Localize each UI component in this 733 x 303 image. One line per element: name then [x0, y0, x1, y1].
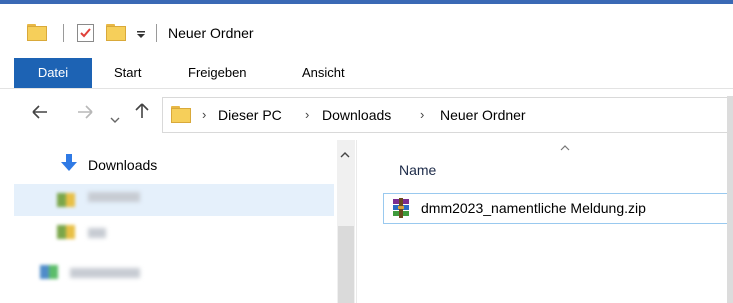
ribbon-bar: [0, 58, 733, 89]
file-name: dmm2023_namentliche Meldung.zip: [421, 200, 646, 216]
column-header-name[interactable]: Name: [399, 162, 436, 178]
sidebar-item-downloads[interactable]: Downloads: [88, 157, 157, 173]
new-folder-icon[interactable]: [106, 24, 126, 41]
blurred-sidebar-item[interactable]: [70, 268, 140, 278]
up-icon[interactable]: [135, 103, 149, 124]
breadcrumb-dieser-pc[interactable]: Dieser PC: [218, 107, 282, 123]
tab-start[interactable]: Start: [114, 58, 141, 88]
blurred-sidebar-item[interactable]: [88, 228, 106, 238]
forward-icon[interactable]: [77, 103, 93, 124]
sort-ascending-icon: [560, 140, 570, 154]
tab-datei[interactable]: Datei: [14, 58, 92, 88]
back-icon[interactable]: [32, 103, 48, 124]
breadcrumb-chevron-icon[interactable]: ›: [420, 107, 424, 122]
tab-ansicht[interactable]: Ansicht: [302, 58, 345, 88]
tab-freigeben[interactable]: Freigeben: [188, 58, 247, 88]
properties-check-icon[interactable]: [77, 24, 94, 42]
folder-icon: [27, 24, 47, 41]
blurred-sidebar-item[interactable]: [88, 192, 140, 202]
toolbar-separator: [63, 24, 64, 42]
address-folder-icon: [171, 106, 191, 123]
breadcrumb-downloads[interactable]: Downloads: [322, 107, 391, 123]
sidebar-scroll-thumb[interactable]: [338, 226, 354, 303]
pane-divider[interactable]: [356, 140, 357, 303]
breadcrumb-chevron-icon[interactable]: ›: [202, 107, 206, 122]
breadcrumb-neuer-ordner[interactable]: Neuer Ordner: [440, 107, 526, 123]
download-arrow-icon: [60, 153, 78, 176]
content-scrollbar[interactable]: [727, 96, 733, 303]
blurred-folder-icon: [57, 225, 75, 239]
blurred-folder-icon: [57, 193, 75, 207]
window-title: Neuer Ordner: [168, 25, 254, 41]
customize-quick-access-icon[interactable]: [136, 28, 146, 43]
winrar-archive-icon: [391, 197, 411, 219]
blurred-network-icon: [40, 265, 58, 279]
recent-locations-chevron-icon[interactable]: [110, 108, 120, 129]
title-separator: [156, 24, 157, 42]
scroll-up-icon[interactable]: [340, 150, 350, 162]
breadcrumb-chevron-icon[interactable]: ›: [305, 107, 309, 122]
